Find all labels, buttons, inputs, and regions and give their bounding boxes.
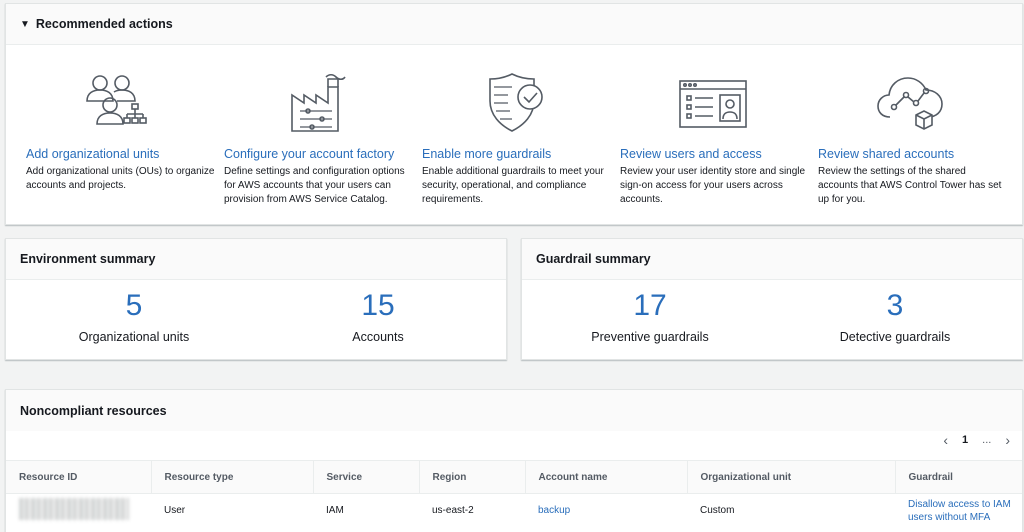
identity-card-icon — [679, 80, 747, 128]
stat-label: Organizational units — [78, 330, 190, 344]
recommended-actions-title: Recommended actions — [35, 17, 173, 31]
action-description: Enable additional guardrails to meet you… — [422, 166, 604, 205]
stat-label: Accounts — [352, 330, 404, 344]
environment-summary-panel: Environment summary 5 Organizational uni… — [5, 238, 507, 360]
stat-value[interactable]: 5 — [24, 288, 244, 324]
cell-resource-id-redacted — [6, 494, 151, 528]
stat-preventive-guardrails: 17 Preventive guardrails — [540, 288, 760, 344]
action-title-link[interactable]: Review shared accounts — [818, 147, 954, 161]
redacted-text — [19, 498, 129, 521]
column-header-organizational-unit[interactable]: Organizational unit — [686, 460, 895, 494]
factory-icon — [291, 73, 346, 132]
chevron-left-icon[interactable]: ‹ — [943, 432, 948, 448]
guardrail-summary-panel: Guardrail summary 17 Preventive guardrai… — [521, 238, 1023, 360]
cell-account-name-link[interactable]: backup — [525, 494, 687, 528]
column-header-resource-id[interactable]: Resource ID — [6, 460, 151, 494]
chevron-right-icon[interactable]: › — [1005, 432, 1010, 448]
environment-summary-header: Environment summary — [6, 239, 506, 280]
stat-accounts: 15 Accounts — [268, 288, 488, 344]
noncompliant-table: Resource ID Resource type Service Region… — [6, 460, 1022, 528]
cell-organizational-unit: Custom — [700, 505, 735, 517]
action-description: Define settings and configuration option… — [224, 166, 405, 205]
stat-label: Preventive guardrails — [591, 330, 709, 344]
stat-detective-guardrails: 3 Detective guardrails — [785, 288, 1005, 344]
column-header-region[interactable]: Region — [418, 460, 525, 494]
column-header-account-name[interactable]: Account name — [524, 460, 687, 494]
column-header-service[interactable]: Service — [312, 460, 419, 494]
column-header-guardrail[interactable]: Guardrail — [894, 460, 1022, 494]
stat-value[interactable]: 3 — [785, 288, 1005, 324]
shield-check-icon — [489, 73, 543, 132]
noncompliant-resources-panel: Noncompliant resources ‹ 1 ... › Resourc… — [5, 389, 1023, 532]
action-title-link[interactable]: Configure your account factory — [224, 147, 394, 161]
cell-resource-type: User — [164, 505, 186, 517]
table-row: User IAM us-east-2 backup Custom Disallo… — [6, 494, 1022, 528]
recommended-actions-header[interactable]: ▼ Recommended actions — [6, 4, 1022, 45]
page-number[interactable]: 1 — [962, 434, 968, 446]
caret-down-icon[interactable]: ▼ — [20, 19, 30, 30]
users-org-icon — [86, 75, 147, 125]
pagination: ‹ 1 ... › — [943, 430, 1010, 450]
action-title-link[interactable]: Enable more guardrails — [422, 147, 551, 161]
action-description: Review your user identity store and sing… — [620, 166, 806, 205]
stat-value[interactable]: 15 — [268, 288, 488, 324]
column-header-resource-type[interactable]: Resource type — [150, 460, 313, 494]
stat-value[interactable]: 17 — [540, 288, 760, 324]
table-header-row: Resource ID Resource type Service Region… — [6, 460, 1022, 494]
action-description: Review the settings of the shared accoun… — [818, 166, 1002, 205]
action-title-link[interactable]: Review users and access — [620, 147, 762, 161]
stat-organizational-units: 5 Organizational units — [24, 288, 244, 344]
cell-guardrail-link[interactable]: Disallow access to IAM users without MFA — [895, 494, 1022, 528]
pagination-ellipsis: ... — [982, 434, 992, 446]
cell-region: us-east-2 — [432, 505, 474, 517]
noncompliant-resources-header: Noncompliant resources — [6, 390, 1022, 431]
cloud-shared-icon — [877, 77, 943, 130]
stat-label: Detective guardrails — [839, 330, 951, 344]
action-description: Add organizational units (OUs) to organi… — [26, 166, 215, 191]
guardrail-summary-header: Guardrail summary — [522, 239, 1022, 280]
recommended-actions-panel: ▼ Recommended actions Add organizational… — [5, 3, 1023, 225]
action-title-link[interactable]: Add organizational units — [26, 147, 159, 161]
cell-service: IAM — [326, 505, 344, 517]
